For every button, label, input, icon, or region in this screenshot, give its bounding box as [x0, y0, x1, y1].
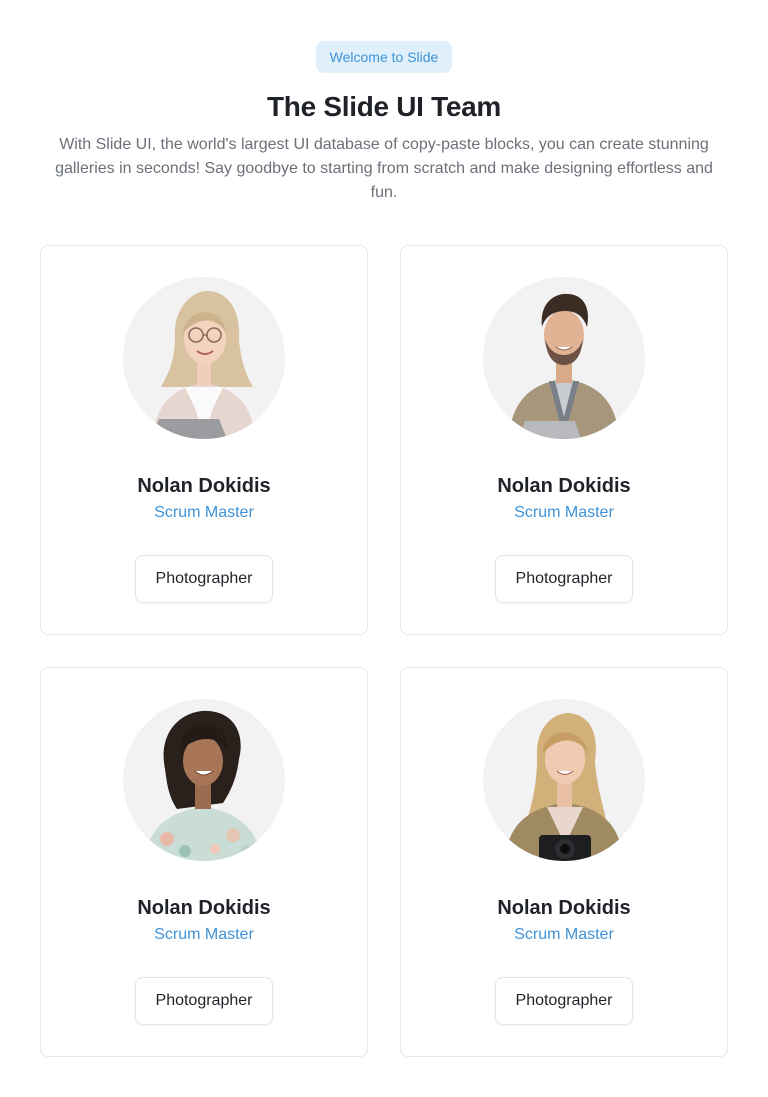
- page-title: The Slide UI Team: [267, 91, 501, 122]
- team-member-card: Nolan Dokidis Scrum Master Photographer: [400, 667, 728, 1057]
- member-name: Nolan Dokidis: [497, 897, 631, 919]
- team-member-card: Nolan Dokidis Scrum Master Photographer: [40, 667, 368, 1057]
- avatar: [123, 699, 285, 861]
- profile-photo: [123, 699, 285, 861]
- avatar: [483, 699, 645, 861]
- profile-photo: [123, 277, 285, 439]
- photographer-button[interactable]: Photographer: [495, 555, 633, 603]
- member-role: Scrum Master: [154, 504, 254, 521]
- member-name: Nolan Dokidis: [137, 897, 271, 919]
- team-member-card: Nolan Dokidis Scrum Master Photographer: [40, 245, 368, 635]
- page-subtitle: With Slide UI, the world's largest UI da…: [55, 136, 713, 201]
- team-member-card: Nolan Dokidis Scrum Master Photographer: [400, 245, 728, 635]
- member-role: Scrum Master: [514, 504, 614, 521]
- member-name: Nolan Dokidis: [497, 475, 631, 497]
- photographer-button[interactable]: Photographer: [135, 977, 273, 1025]
- member-role: Scrum Master: [514, 926, 614, 943]
- welcome-badge: Welcome to Slide: [316, 41, 452, 73]
- profile-photo: [483, 699, 645, 861]
- avatar: [123, 277, 285, 439]
- profile-photo: [483, 277, 645, 439]
- photographer-button[interactable]: Photographer: [135, 555, 273, 603]
- avatar: [483, 277, 645, 439]
- member-name: Nolan Dokidis: [137, 475, 271, 497]
- photographer-button[interactable]: Photographer: [495, 977, 633, 1025]
- member-role: Scrum Master: [154, 926, 254, 943]
